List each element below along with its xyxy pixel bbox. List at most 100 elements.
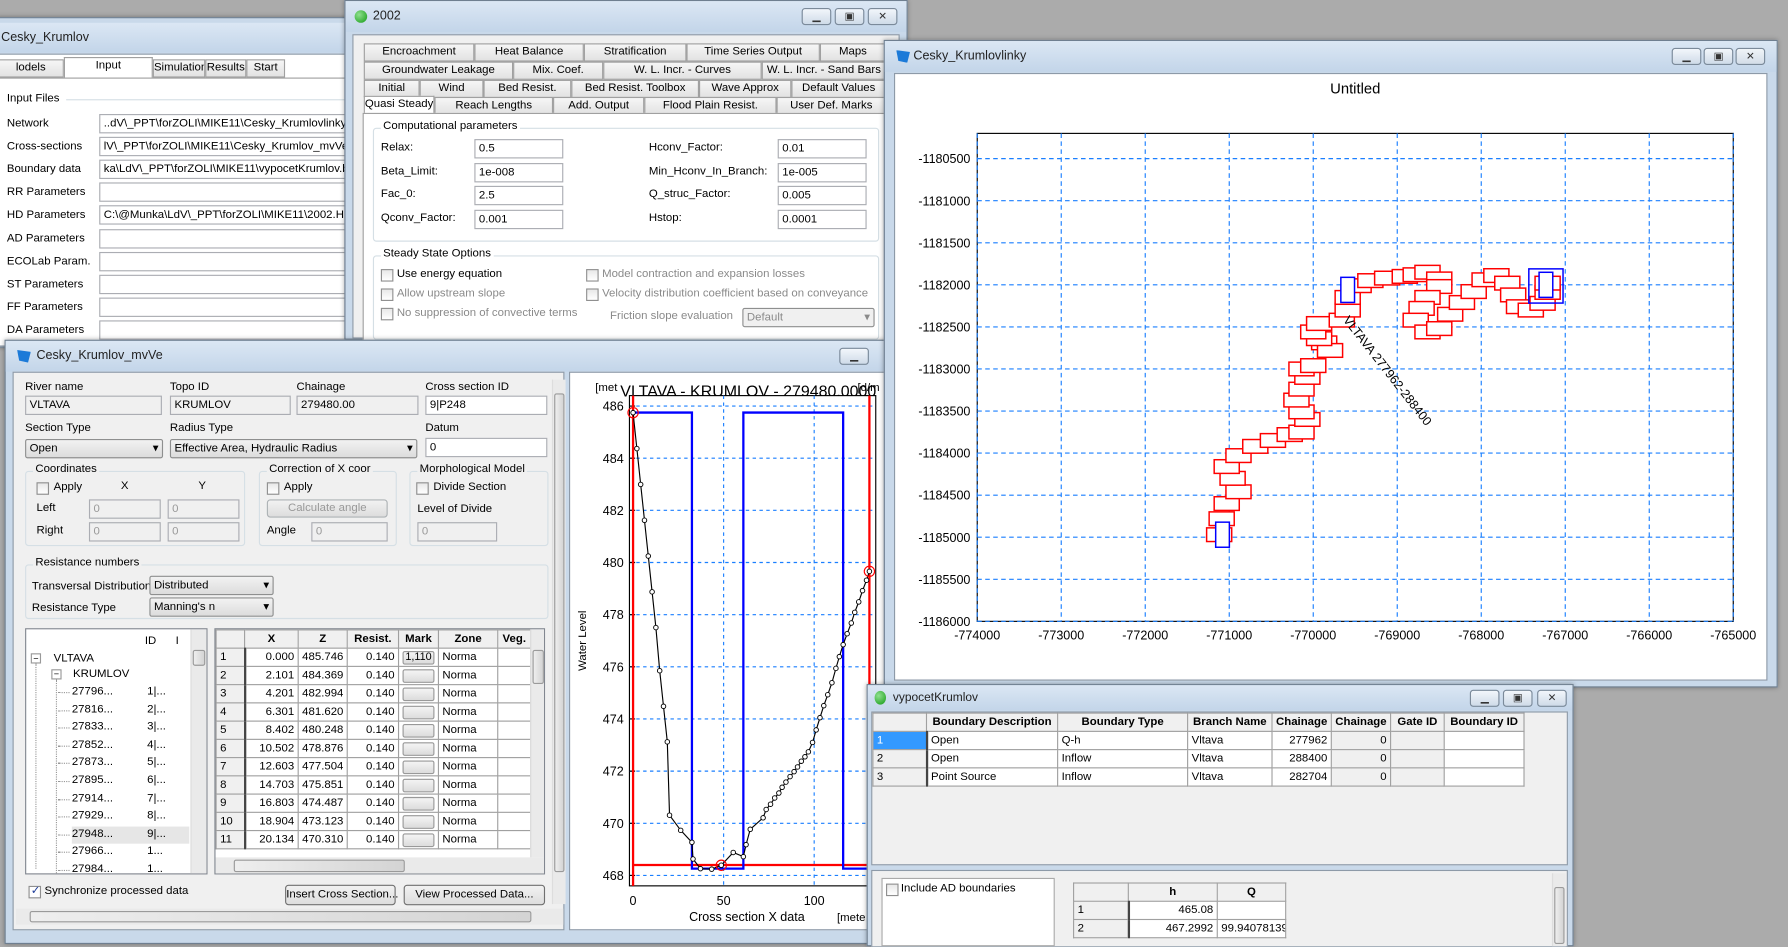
cell[interactable]: 99.94078139 [1216,918,1287,939]
z-cell[interactable]: 484.369 [297,665,348,686]
profile-point[interactable] [794,764,801,770]
calculate-angle-button[interactable]: Calculate angle [266,499,388,518]
resist-cell[interactable]: 0.140 [346,793,400,813]
cell[interactable]: Q-h [1057,730,1189,751]
profile-point[interactable] [653,624,659,631]
x-cell[interactable]: 14.703 [244,775,299,795]
profile-point[interactable] [809,739,816,746]
cell[interactable]: 1 [872,730,928,751]
view-processed-data-button[interactable]: View Processed Data... [403,884,546,906]
profile-point[interactable] [747,826,753,833]
mark-cell[interactable] [397,829,440,850]
profile-point[interactable] [690,856,696,862]
param-field[interactable]: 0.01 [777,139,867,159]
file-path-field[interactable] [99,297,362,317]
cross-section-chart[interactable]: [met VLTAVA - KRUMLOV - 279480.0000[d/m46… [570,373,894,932]
profile-point[interactable] [798,758,805,764]
title-bar[interactable]: Cesky_Krumlovlinky ▁ ▣ ✕ [884,41,1777,72]
mark-button[interactable] [402,723,435,738]
form-horizontal-scrollbar[interactable] [15,908,564,925]
profile-point[interactable] [840,641,846,648]
cell[interactable]: 282704 [1271,767,1332,787]
row-number[interactable]: 7 [215,757,246,777]
profile-point[interactable] [760,815,766,821]
file-path-field[interactable] [99,251,362,271]
column-header[interactable]: Chainage [1330,712,1392,732]
table-row[interactable]: 1 465.08 [1073,900,1287,921]
mark-cell[interactable] [397,775,440,795]
resistance-type-select[interactable]: Manning's n [149,597,274,617]
cell[interactable]: 465.08 [1127,900,1218,921]
mark-cell[interactable] [397,793,440,813]
column-header[interactable] [215,629,246,649]
x-cell[interactable]: 10.502 [244,738,299,759]
tab-w-l-incr-curves[interactable]: W. L. Incr. - Curves [603,61,762,80]
resist-cell[interactable]: 0.140 [346,647,400,667]
profile-point[interactable] [771,795,778,801]
profile-point[interactable] [740,853,747,860]
veg-cell[interactable] [497,829,532,850]
correction-apply-checkbox[interactable] [266,482,280,495]
cell[interactable]: Inflow [1057,767,1189,787]
z-cell[interactable]: 485.746 [297,647,348,667]
profile-point[interactable] [844,630,850,637]
resist-cell[interactable]: 0.140 [346,738,400,759]
profile-point[interactable] [641,517,648,523]
veg-cell[interactable] [497,757,532,777]
friction-slope-select[interactable]: Default [742,307,875,328]
table-row[interactable]: 3 4.201 482.994 0.140 Norma [215,684,532,704]
datum-field[interactable]: 0 [425,437,548,458]
table-row[interactable]: 5 8.402 480.248 0.140 Norma [215,720,532,740]
tab-bed-resist-toolbox[interactable]: Bed Resist. Toolbox [571,79,700,99]
mark-cell[interactable]: 1,110 [397,647,440,667]
cell[interactable]: Point Source [925,767,1059,787]
param-field[interactable]: 0.001 [474,209,564,229]
cross-section-id-field[interactable]: 9|P248 [425,395,548,415]
cell[interactable]: 288400 [1271,749,1332,769]
tab-simulation[interactable]: Simulation [152,59,206,78]
z-cell[interactable]: 477.504 [297,757,348,777]
z-cell[interactable]: 482.994 [297,684,348,704]
maximize-button[interactable]: ▣ [834,7,865,26]
tree-node-river[interactable]: VLTAVA [54,652,94,665]
synchronize-checkbox[interactable]: ✓ [28,885,42,899]
tab-groundwater-leakage[interactable]: Groundwater Leakage [363,61,514,80]
z-cell[interactable]: 470.310 [297,829,348,850]
tree-item[interactable]: 27852... 4|... [58,737,189,754]
cell[interactable]: 0 [1330,749,1392,769]
tab-lodels[interactable]: lodels [0,59,64,78]
tab-mix-coef-[interactable]: Mix. Coef. [513,61,604,80]
mark-cell[interactable] [397,757,440,777]
zone-cell[interactable]: Norma [437,775,499,795]
title-bar[interactable]: vypocetKrumlov ▁ ▣ ✕ [867,685,1573,711]
profile-point[interactable] [848,620,855,626]
row-number[interactable]: 5 [215,720,246,740]
zone-cell[interactable]: Norma [437,829,499,850]
profile-point[interactable] [805,749,812,755]
boundary-marker[interactable] [1538,271,1554,299]
profile-point[interactable] [836,653,843,660]
resist-cell[interactable]: 0.140 [346,684,400,704]
profile-point[interactable] [649,589,655,595]
row-number[interactable]: 4 [215,702,246,722]
veg-cell[interactable] [497,702,532,722]
zone-cell[interactable]: Norma [437,647,499,667]
z-cell[interactable]: 481.620 [297,702,348,722]
x-cell[interactable]: 0.000 [244,647,299,667]
zone-cell[interactable]: Norma [437,665,499,686]
cell[interactable]: 0 [1330,767,1392,787]
tab-default-values[interactable]: Default Values [791,79,887,99]
column-header[interactable]: Boundary Description [925,712,1059,732]
option-checkbox[interactable] [380,288,394,301]
mark-cell[interactable] [397,702,440,722]
z-cell[interactable]: 475.851 [297,775,348,795]
table-row[interactable]: 10 18.904 473.123 0.140 Norma [215,811,532,832]
table-row[interactable]: 8 14.703 475.851 0.140 Norma [215,775,532,795]
tree-item[interactable]: 27929... 8|... [58,809,189,826]
zone-cell[interactable]: Norma [437,793,499,813]
file-path-field[interactable] [99,274,362,294]
cross-section-marker[interactable] [1425,320,1453,337]
cell[interactable] [1390,749,1445,769]
resist-cell[interactable]: 0.140 [346,757,400,777]
profile-point[interactable] [787,773,793,780]
